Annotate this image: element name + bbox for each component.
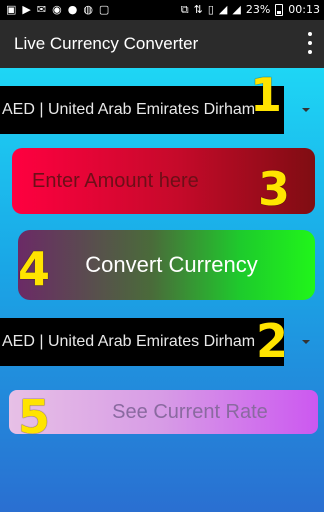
battery-percent: 23% xyxy=(245,3,271,16)
annotation-4: 4 xyxy=(18,242,51,296)
app-icon: ▢ xyxy=(98,3,110,16)
battery-icon xyxy=(275,4,284,16)
youtube-icon: ▶ xyxy=(22,3,31,16)
convert-currency-button[interactable]: Convert Currency xyxy=(18,230,315,300)
overflow-menu-icon[interactable] xyxy=(306,32,314,54)
cast-icon: ⧉ xyxy=(180,3,189,16)
annotation-3: 3 xyxy=(258,162,291,216)
app-bar: Live Currency Converter xyxy=(0,20,324,68)
annotation-1: 1 xyxy=(250,68,283,122)
to-currency-dropdown-icon[interactable] xyxy=(302,340,310,344)
annotation-2: 2 xyxy=(256,314,289,368)
data-icon: ⇅ xyxy=(193,3,203,16)
from-currency-selected: AED | United Arab Emirates Dirham xyxy=(2,101,256,118)
annotation-5: 5 xyxy=(18,390,51,444)
photo-icon: ▣ xyxy=(6,3,17,16)
clock: 00:13 xyxy=(288,3,320,16)
status-icons-left: ▣ ▶ ✉ ◉ ● ◍ ▢ xyxy=(6,3,109,17)
to-currency-selected: AED | United Arab Emirates Dirham xyxy=(2,333,256,350)
status-icons-right: ⧉ ⇅ ▯ ◢ ◢ 23% 00:13 xyxy=(181,3,320,17)
messenger-icon: ◍ xyxy=(83,3,93,16)
signal-icon: ◢ xyxy=(218,3,228,16)
mail-icon: ✉ xyxy=(36,3,47,16)
to-currency-spinner[interactable]: AED | United Arab Emirates Dirham xyxy=(0,318,284,366)
vibrate-icon: ▯ xyxy=(207,3,214,16)
amount-placeholder: Enter Amount here xyxy=(32,170,199,192)
status-bar: ▣ ▶ ✉ ◉ ● ◍ ▢ ⧉ ⇅ ▯ ◢ ◢ 23% 00:13 xyxy=(0,0,324,20)
app-title: Live Currency Converter xyxy=(14,34,199,53)
see-current-rate-button[interactable]: See Current Rate xyxy=(9,390,318,434)
signal-icon-2: ◢ xyxy=(232,3,241,16)
see-current-rate-label: See Current Rate xyxy=(112,401,268,423)
disc-icon: ◉ xyxy=(52,3,62,16)
record-icon: ● xyxy=(67,3,78,16)
from-currency-spinner[interactable]: AED | United Arab Emirates Dirham xyxy=(0,86,284,134)
from-currency-dropdown-icon[interactable] xyxy=(302,108,310,112)
main-content: AED | United Arab Emirates Dirham 1 Ente… xyxy=(0,68,324,512)
convert-currency-label: Convert Currency xyxy=(85,252,258,277)
